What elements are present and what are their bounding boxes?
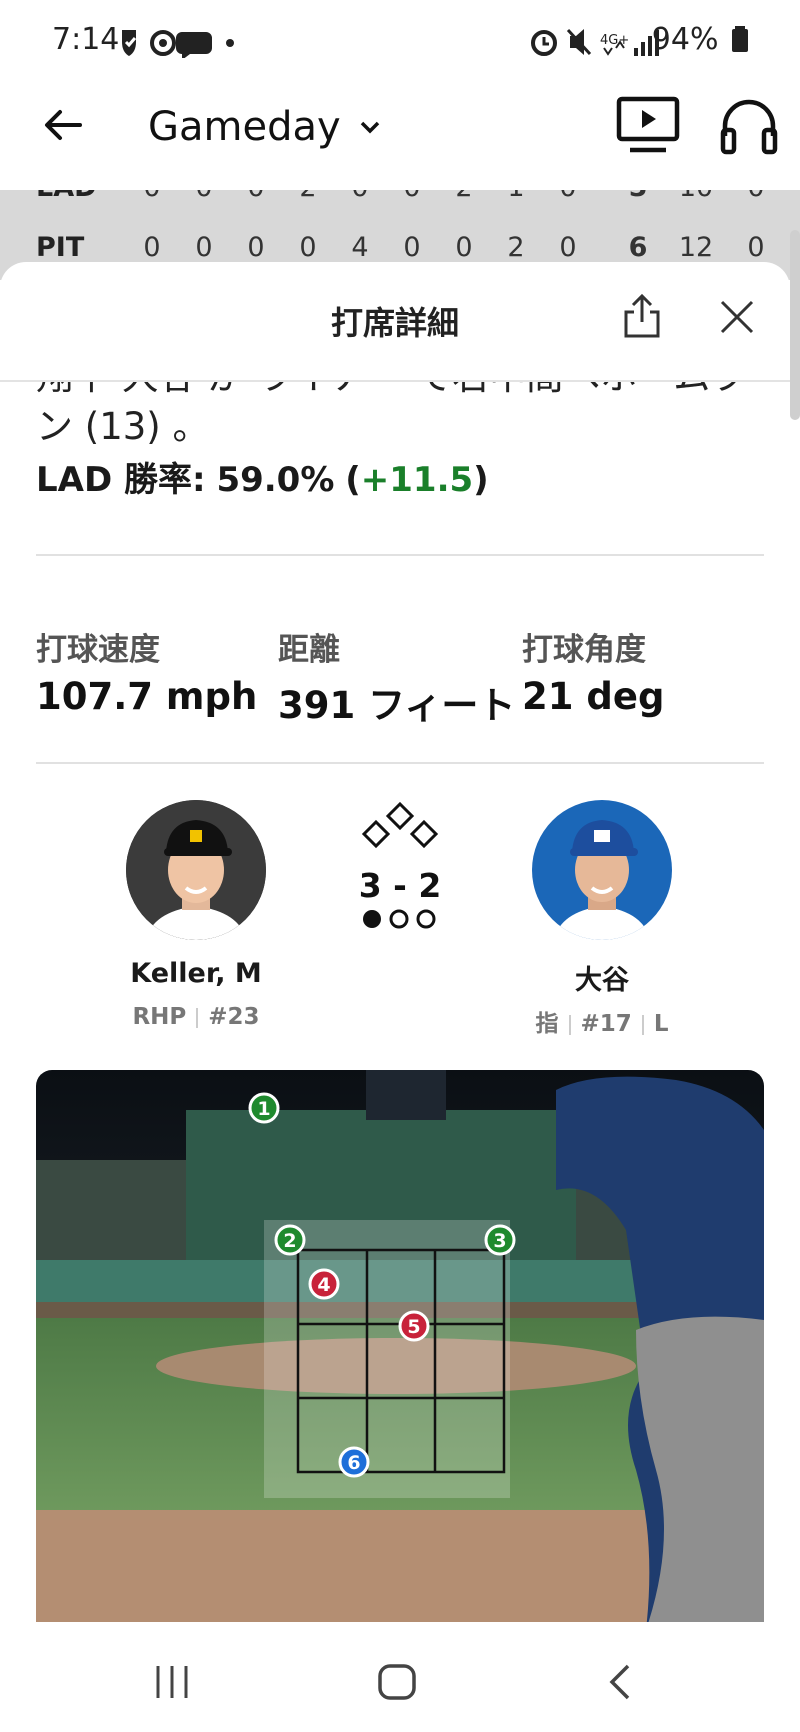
- recent-apps-icon[interactable]: [152, 1664, 192, 1700]
- android-nav-bar: [0, 1624, 800, 1732]
- close-icon[interactable]: [718, 298, 756, 336]
- home-icon[interactable]: [376, 1662, 420, 1702]
- stat-value: 391 フィート: [278, 684, 516, 727]
- batter-avatar[interactable]: [532, 800, 672, 940]
- chat-icon: [176, 32, 212, 58]
- stat-label: 距離: [278, 632, 340, 668]
- pitch-number: 3: [493, 1230, 506, 1252]
- svg-text:4G+: 4G+: [600, 33, 629, 48]
- sheet-title: 打席詳細: [330, 304, 459, 342]
- headphones-icon[interactable]: [718, 96, 780, 156]
- nav-back-icon[interactable]: [606, 1662, 636, 1702]
- signal-icon: [634, 48, 638, 56]
- batter-name: 大谷: [575, 965, 629, 996]
- outs-indicator: [363, 909, 436, 929]
- pitch-number: 5: [407, 1316, 420, 1338]
- pitcher-name: Keller, M: [130, 958, 262, 989]
- status-bar: 7:14 4G+ 94%: [0, 0, 800, 80]
- sheet-content: 翔平 大谷 が ライナー で右中間へホームラン (13) 。 LAD 勝率: 5…: [0, 382, 790, 1622]
- battery-icon: [732, 26, 748, 52]
- stat-exit-velocity: 打球速度 107.7 mph: [36, 624, 257, 718]
- stat-label: 打球角度: [522, 632, 646, 668]
- pitch-location-view: 1 2 3 4 5 6: [36, 1070, 764, 1622]
- stat-distance: 距離 391 フィート: [278, 624, 515, 729]
- share-icon[interactable]: [622, 292, 662, 340]
- battery-level: 94%: [652, 22, 748, 57]
- page-title: Gameday: [148, 104, 341, 150]
- pitch-number: 1: [257, 1098, 270, 1120]
- pitcher-info: RHP #23: [132, 1004, 260, 1030]
- batter-photo: [532, 800, 672, 940]
- linescore-row-lad: LAD 0 0 0 2 0 0 2 1 0 5 10 0: [0, 190, 800, 212]
- pitch-marker[interactable]: 5: [398, 1310, 430, 1342]
- pitch-number: 4: [317, 1274, 330, 1296]
- pitch-marker[interactable]: 6: [338, 1446, 370, 1478]
- at-bat-detail-sheet: 打席詳細 翔平 大谷 が ライナー で右中間へホームラン (13) 。 LAD …: [0, 262, 790, 1622]
- stat-value: 107.7 mph: [36, 675, 258, 718]
- play-description: 翔平 大谷 が ライナー で右中間へホームラン (13) 。: [36, 382, 745, 448]
- win-prob-label: LAD 勝率:: [36, 460, 206, 500]
- stat-label: 打球速度: [36, 632, 160, 668]
- gameday-dropdown[interactable]: Gameday: [148, 104, 381, 150]
- pitcher-photo: [126, 800, 266, 940]
- tv-play-icon[interactable]: [616, 96, 680, 156]
- pitch-number: 6: [347, 1452, 360, 1474]
- chevron-down-icon: [361, 121, 380, 134]
- stat-value: 21 deg: [522, 675, 665, 718]
- pitch-marker[interactable]: 1: [248, 1092, 280, 1124]
- stat-launch-angle: 打球角度 21 deg: [522, 624, 664, 718]
- status-time: 7:14: [52, 22, 120, 57]
- pitch-marker[interactable]: 2: [274, 1224, 306, 1256]
- bases-diamond: [361, 801, 439, 849]
- pitch-marker[interactable]: 3: [484, 1224, 516, 1256]
- divider: [36, 762, 764, 764]
- pitch-number: 2: [283, 1230, 296, 1252]
- divider: [36, 554, 764, 556]
- pitch-markers: 1 2 3 4 5 6: [248, 1092, 516, 1478]
- win-probability: LAD 勝率: 59.0% (+11.5): [36, 460, 489, 500]
- pitcher-avatar[interactable]: [126, 800, 266, 940]
- pitch-marker[interactable]: 4: [308, 1268, 340, 1300]
- back-arrow-icon[interactable]: [38, 100, 88, 150]
- scrollbar[interactable]: [790, 230, 800, 420]
- ball-strike-count: 3 - 2: [358, 866, 442, 905]
- win-prob-value: 59.0%: [216, 460, 335, 500]
- win-prob-delta: +11.5: [360, 460, 474, 500]
- notification-icons: [122, 30, 234, 58]
- batter-info: 指 #17 L: [535, 1011, 669, 1037]
